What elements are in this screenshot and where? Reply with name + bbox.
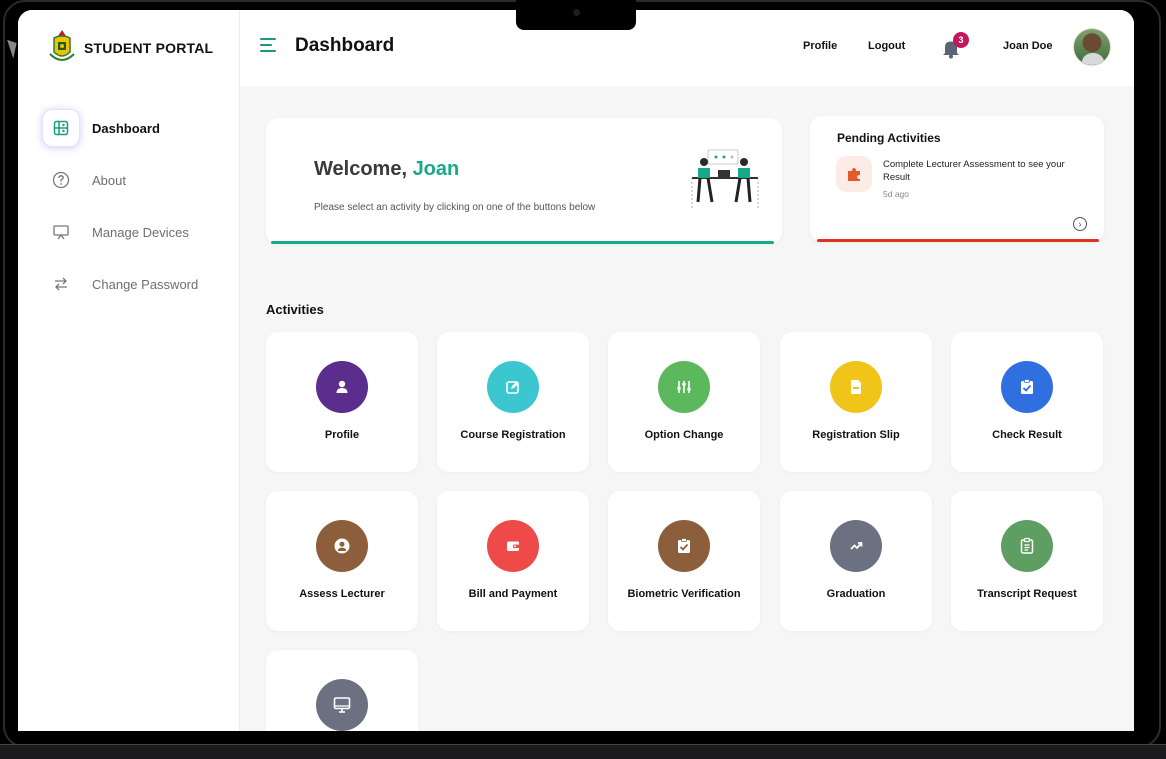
tile-label: Check Result [992, 429, 1062, 441]
document-icon [830, 361, 882, 413]
activity-tile-bill-and-payment[interactable]: Bill and Payment [437, 491, 589, 631]
sliders-icon [658, 361, 710, 413]
clipboard-check-icon [1001, 361, 1053, 413]
monitor-icon [42, 213, 80, 251]
pending-activities-card: Pending Activities Complete Lecturer Ass… [810, 116, 1104, 242]
dashboard-icon [42, 109, 80, 147]
sidebar-item-label: Dashboard [92, 120, 160, 136]
activity-tile-graduation[interactable]: Graduation [780, 491, 932, 631]
screen: STUDENT PORTAL Dashboard About Manage De… [18, 10, 1134, 731]
chevron-right-icon[interactable]: › [1073, 217, 1087, 231]
wallet-icon [487, 520, 539, 572]
welcome-accent-bar [271, 241, 774, 244]
sidebar-item-change-password[interactable]: Change Password [42, 258, 222, 310]
trend-up-icon [830, 520, 882, 572]
pending-title: Pending Activities [837, 131, 941, 145]
activity-tile-course-registration[interactable]: Course Registration [437, 332, 589, 472]
university-crest-icon [48, 28, 76, 68]
swap-arrows-icon [42, 265, 80, 303]
pending-item-text[interactable]: Complete Lecturer Assessment to see your… [883, 158, 1073, 184]
pending-accent-bar [817, 239, 1099, 242]
tile-label: Biometric Verification [627, 588, 741, 600]
tile-label: Course Registration [460, 429, 566, 441]
activity-tile-devices[interactable] [266, 650, 418, 731]
menu-toggle-icon[interactable] [260, 38, 278, 54]
avatar[interactable] [1073, 28, 1111, 66]
pending-item-time: 5d ago [883, 189, 909, 199]
welcome-heading: Welcome, Joan [314, 158, 459, 181]
brand-name: STUDENT PORTAL [84, 40, 214, 56]
activity-tile-option-change[interactable]: Option Change [608, 332, 760, 472]
desktop-icon [316, 679, 368, 731]
sidebar-item-manage-devices[interactable]: Manage Devices [42, 206, 222, 258]
sidebar-item-label: Change Password [92, 276, 199, 292]
person-icon [316, 361, 368, 413]
camera-dot [573, 9, 580, 16]
tile-label: Option Change [644, 429, 724, 441]
top-bar: Dashboard Profile Logout 3 Joan Doe [240, 10, 1134, 86]
welcome-name: Joan [412, 158, 460, 180]
logout-link[interactable]: Logout [868, 40, 905, 52]
activity-tile-assess-lecturer[interactable]: Assess Lecturer [266, 491, 418, 631]
sidebar-item-about[interactable]: About [42, 154, 222, 206]
sidebar-nav: Dashboard About Manage Devices Change Pa… [42, 102, 222, 310]
activity-tile-registration-slip[interactable]: Registration Slip [780, 332, 932, 472]
laptop-base [0, 744, 1166, 759]
sidebar-item-label: Manage Devices [92, 224, 189, 240]
tile-label: Registration Slip [812, 429, 900, 441]
notification-badge: 3 [953, 32, 969, 48]
profile-link[interactable]: Profile [803, 40, 837, 52]
user-name[interactable]: Joan Doe [1003, 40, 1053, 52]
tile-label: Bill and Payment [468, 588, 558, 600]
sidebar-item-dashboard[interactable]: Dashboard [42, 102, 222, 154]
puzzle-icon [836, 156, 872, 192]
sidebar-item-label: About [92, 172, 126, 188]
sidebar: STUDENT PORTAL Dashboard About Manage De… [18, 10, 240, 731]
edit-icon [487, 361, 539, 413]
welcome-subtitle: Please select an activity by clicking on… [314, 202, 596, 213]
page-title: Dashboard [295, 35, 395, 56]
activity-tile-profile[interactable]: Profile [266, 332, 418, 472]
activity-tile-check-result[interactable]: Check Result [951, 332, 1103, 472]
brand[interactable]: STUDENT PORTAL [48, 28, 213, 68]
clipboard-list-icon [1001, 520, 1053, 572]
fingerprint-check-icon [658, 520, 710, 572]
activities-title: Activities [266, 302, 324, 317]
welcome-greeting: Welcome, [314, 158, 407, 180]
meeting-illustration-icon [688, 148, 762, 212]
welcome-card: Welcome, Joan Please select an activity … [266, 118, 782, 244]
tile-label: Graduation [826, 588, 886, 600]
tile-label: Transcript Request [977, 588, 1077, 600]
activity-tile-transcript-request[interactable]: Transcript Request [951, 491, 1103, 631]
tile-label: Profile [324, 429, 360, 441]
activity-tile-biometric-verification[interactable]: Biometric Verification [608, 491, 760, 631]
tile-label: Assess Lecturer [299, 588, 385, 600]
question-circle-icon [42, 161, 80, 199]
user-circle-icon [316, 520, 368, 572]
